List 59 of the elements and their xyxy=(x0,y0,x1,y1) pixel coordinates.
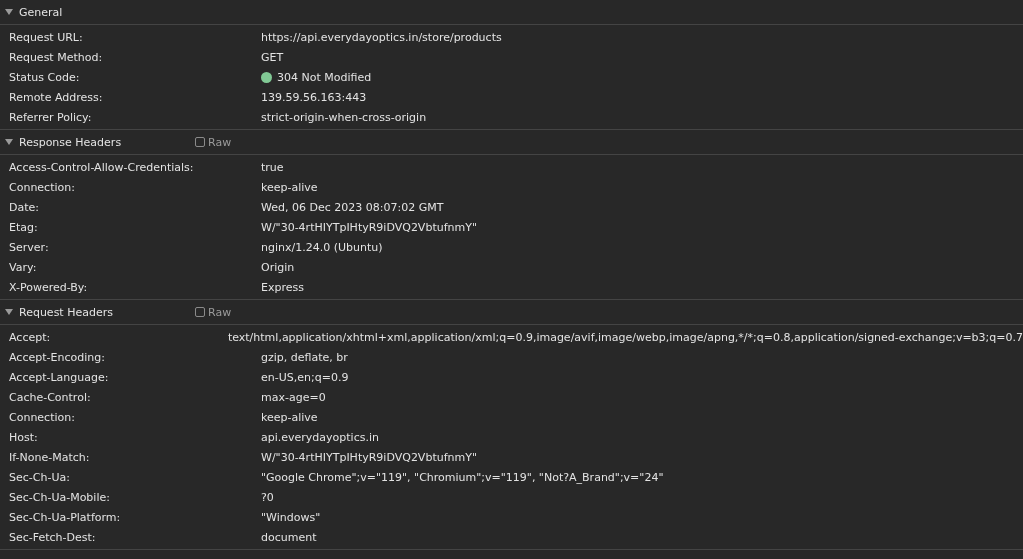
header-name: Accept-Language: xyxy=(8,370,110,384)
header-name: Sec-Ch-Ua-Mobile: xyxy=(8,490,111,504)
header-value: W/"30-4rtHIYTpIHtyR9iDVQ2VbtufnmY" xyxy=(261,450,477,464)
header-value: https://api.everydayoptics.in/store/products xyxy=(261,30,502,44)
header-value: true xyxy=(261,160,284,174)
header-name: Vary: xyxy=(8,260,38,274)
section-header[interactable]: General xyxy=(0,0,1023,25)
header-name: Remote Address: xyxy=(8,90,104,104)
section-title: Request Headers xyxy=(19,305,114,319)
header-value: W/"30-4rtHIYTpIHtyR9iDVQ2VbtufnmY" xyxy=(261,220,477,234)
header-value: Wed, 06 Dec 2023 08:07:02 GMT xyxy=(261,200,444,214)
header-name: Access-Control-Allow-Credentials: xyxy=(8,160,195,174)
header-value: nginx/1.24.0 (Ubuntu) xyxy=(261,240,383,254)
header-value: 304 Not Modified xyxy=(277,70,372,84)
header-name: X-Powered-By: xyxy=(8,280,89,294)
header-name: Request URL: xyxy=(8,30,84,44)
triangle-icon[interactable] xyxy=(5,8,13,16)
header-value: "Google Chrome";v="119", "Chromium";v="119", "Not?A_Brand";v="24" xyxy=(261,470,664,484)
header-name: Host: xyxy=(8,430,39,444)
header-value: 139.59.56.163:443 xyxy=(261,90,367,104)
header-value: strict-origin-when-cross-origin xyxy=(261,110,427,124)
raw-checkbox[interactable]: Raw xyxy=(195,305,232,319)
header-name: Connection: xyxy=(8,180,76,194)
header-value: text/html,application/xhtml+xml,application/xml;q=0.9,image/avif,image/webp,image/apng,*/*;q=0.8,application/signed-exchange;v=b3;q=0.7 xyxy=(227,330,1023,344)
header-name: Status Code: xyxy=(8,70,81,84)
raw-checkbox[interactable]: Raw xyxy=(195,135,232,149)
header-value: api.everydayoptics.in xyxy=(261,430,379,444)
section-title: Response Headers xyxy=(19,135,123,149)
header-value: keep-alive xyxy=(261,410,318,424)
header-name: Server: xyxy=(8,240,50,254)
header-value: keep-alive xyxy=(261,180,318,194)
header-value: max-age=0 xyxy=(261,390,326,404)
header-name: Sec-Fetch-Dest: xyxy=(8,530,97,544)
header-name: Referrer Policy: xyxy=(8,110,93,124)
header-name: Date: xyxy=(8,200,40,214)
header-value: GET xyxy=(261,50,284,64)
header-value: ?0 xyxy=(261,490,274,504)
header-name: Request Method: xyxy=(8,50,104,64)
header-name: Etag: xyxy=(8,220,39,234)
header-value: en-US,en;q=0.9 xyxy=(261,370,349,384)
header-name: Cache-Control: xyxy=(8,390,92,404)
header-name: If-None-Match: xyxy=(8,450,91,464)
checkbox-icon[interactable] xyxy=(195,307,205,317)
header-value: Express xyxy=(261,280,304,294)
header-value: "Windows" xyxy=(261,510,321,524)
header-value: gzip, deflate, br xyxy=(261,350,348,364)
section-header[interactable]: Response Headers Raw xyxy=(0,130,1023,155)
triangle-icon[interactable] xyxy=(5,138,13,146)
section-title: General xyxy=(19,5,64,19)
triangle-icon[interactable] xyxy=(5,308,13,316)
header-name: Accept-Encoding: xyxy=(8,350,106,364)
header-value: Origin xyxy=(261,260,295,274)
header-name: Accept: xyxy=(8,330,52,344)
header-name: Sec-Ch-Ua-Platform: xyxy=(8,510,122,524)
header-name: Connection: xyxy=(8,410,76,424)
header-name: Sec-Ch-Ua: xyxy=(8,470,71,484)
header-value: document xyxy=(261,530,317,544)
section-header[interactable]: Request Headers Raw xyxy=(0,300,1023,325)
checkbox-icon[interactable] xyxy=(195,137,205,147)
